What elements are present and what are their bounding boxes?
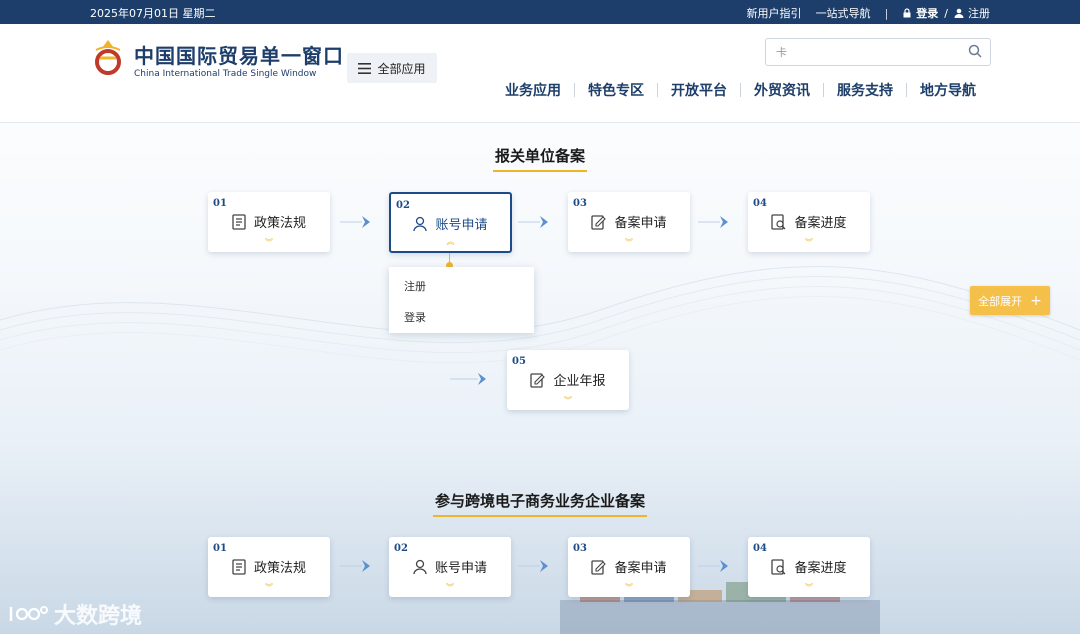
arrow-right-icon	[518, 216, 548, 228]
chevron-down-icon: ︾	[265, 238, 273, 247]
step-label: 账号申请	[435, 218, 488, 233]
step-card-account[interactable]: 02 账号申请 ︾	[389, 537, 511, 597]
step-label: 备案进度	[794, 561, 847, 576]
step-number: 05	[512, 356, 526, 367]
step-number: 01	[213, 198, 227, 209]
chevron-down-icon: ︾	[805, 583, 813, 592]
dropdown-item-login[interactable]: 登录	[404, 309, 426, 325]
watermark: 大数跨境	[8, 598, 142, 630]
step-label: 政策法规	[253, 216, 306, 231]
lock-icon	[903, 8, 911, 18]
step-number: 01	[213, 543, 227, 554]
menu-icon	[358, 62, 372, 74]
step-card-progress[interactable]: 04 备案进度 ︾	[748, 192, 870, 252]
step-card-progress[interactable]: 04 备案进度 ︾	[748, 537, 870, 597]
document-icon	[232, 213, 246, 230]
current-date: 2025年07月01日 星期二	[90, 7, 216, 20]
login-link[interactable]: 登录	[902, 5, 938, 21]
arrow-right-icon	[340, 216, 370, 228]
step-number: 04	[753, 198, 767, 209]
step-number: 02	[396, 200, 410, 211]
logo-title[interactable]: 中国国际贸易单一窗口	[134, 40, 344, 69]
all-apps-label: 全部应用	[377, 61, 426, 76]
step-card-policy[interactable]: 01 政策法规 ︾	[208, 192, 330, 252]
search-doc-icon	[771, 558, 786, 575]
nav-service-support[interactable]: 服务支持	[824, 80, 906, 100]
section-title: 参与跨境电子商务业务企业备案	[0, 490, 1080, 517]
step-card-filing[interactable]: 03 备案申请 ︾	[568, 192, 690, 252]
background-wave	[0, 265, 1080, 364]
top-links: 新用户指引 一站式导航 | 登录 / 注册	[747, 5, 990, 21]
nav-business-apps[interactable]: 业务应用	[492, 80, 574, 100]
step-number: 03	[573, 543, 587, 554]
section-title: 报关单位备案	[0, 145, 1080, 172]
arrow-right-icon	[450, 373, 486, 385]
login-label: 登录	[916, 7, 939, 20]
step-card-filing[interactable]: 03 备案申请 ︾	[568, 537, 690, 597]
slash: /	[944, 6, 948, 20]
new-user-guide-link[interactable]: 新用户指引	[747, 5, 802, 21]
separator: |	[884, 6, 889, 20]
nav-trade-news[interactable]: 外贸资讯	[741, 80, 823, 100]
user-icon	[413, 559, 427, 574]
arrow-right-icon	[340, 560, 370, 572]
nav-featured[interactable]: 特色专区	[575, 80, 657, 100]
register-link[interactable]: 注册	[954, 5, 990, 21]
account-dropdown: 注册 登录	[389, 267, 534, 333]
step-label: 备案进度	[794, 216, 847, 231]
arrow-right-icon	[698, 560, 728, 572]
step-label: 政策法规	[253, 561, 306, 576]
chevron-down-icon: ︾	[625, 238, 633, 247]
step-label: 备案申请	[614, 216, 667, 231]
user-icon	[954, 8, 964, 18]
user-icon	[413, 216, 428, 231]
chevron-up-icon: ︽	[446, 237, 455, 246]
watermark-text: 大数跨境	[54, 604, 143, 629]
step-card-annual-report[interactable]: 05 企业年报 ︾	[507, 350, 629, 410]
search-placeholder: 卡	[776, 46, 787, 59]
step-label: 企业年报	[553, 374, 606, 389]
top-bar: 2025年07月01日 星期二 新用户指引 一站式导航 | 登录 / 注册	[0, 0, 1080, 24]
step-card-policy[interactable]: 01 政策法规 ︾	[208, 537, 330, 597]
one-stop-nav-link[interactable]: 一站式导航	[816, 5, 871, 21]
register-label: 注册	[968, 7, 990, 20]
main-nav: 业务应用 特色专区 开放平台 外贸资讯 服务支持 地方导航	[492, 80, 976, 100]
document-icon	[232, 558, 246, 575]
edit-icon	[591, 214, 607, 230]
step-label: 账号申请	[434, 561, 487, 576]
edit-icon	[530, 372, 546, 388]
nav-open-platform[interactable]: 开放平台	[658, 80, 740, 100]
dropdown-item-register[interactable]: 注册	[404, 278, 426, 294]
chevron-down-icon: ︾	[265, 583, 273, 592]
step-number: 02	[394, 543, 408, 554]
search-doc-icon	[771, 213, 786, 230]
edit-icon	[591, 559, 607, 575]
nav-local-nav[interactable]: 地方导航	[907, 80, 976, 100]
all-apps-button[interactable]: 全部应用	[347, 53, 437, 83]
chevron-down-icon: ︾	[805, 238, 813, 247]
step-number: 03	[573, 198, 587, 209]
watermark-logo-icon	[9, 606, 48, 621]
search-input[interactable]: 卡	[765, 38, 991, 66]
plus-icon: +	[1030, 292, 1042, 309]
logo-subtitle: China International Trade Single Window	[134, 69, 317, 79]
expand-all-label: 全部展开	[978, 294, 1023, 308]
arrow-right-icon	[518, 560, 548, 572]
step-number: 04	[753, 543, 767, 554]
logo-icon	[95, 40, 121, 75]
step-label: 备案申请	[614, 561, 667, 576]
chevron-down-icon: ︾	[446, 583, 454, 592]
arrow-right-icon	[698, 216, 728, 228]
chevron-down-icon: ︾	[564, 396, 572, 405]
step-card-account[interactable]: 02 账号申请 ︽	[389, 192, 512, 253]
expand-all-button[interactable]: 全部展开 +	[970, 286, 1050, 315]
search-icon[interactable]	[968, 44, 982, 58]
chevron-down-icon: ︾	[625, 583, 633, 592]
